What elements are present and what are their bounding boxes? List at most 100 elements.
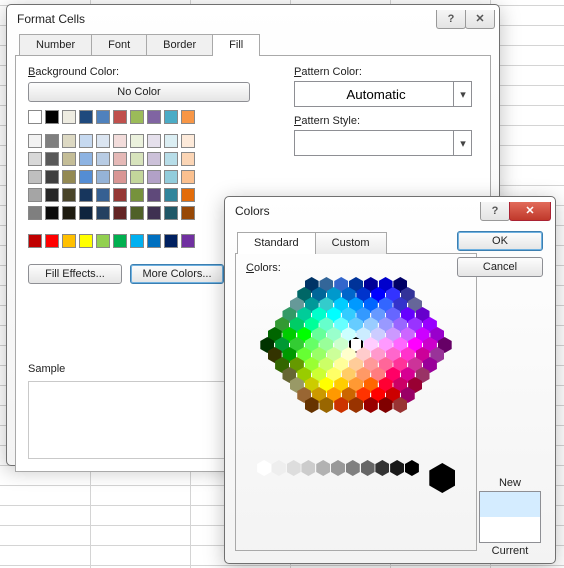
color-swatch[interactable]: [96, 152, 110, 166]
color-swatch[interactable]: [164, 152, 178, 166]
color-swatch[interactable]: [79, 206, 93, 220]
color-swatch[interactable]: [62, 206, 76, 220]
color-swatch[interactable]: [96, 110, 110, 124]
gray-swatch[interactable]: [257, 460, 271, 476]
tab-custom[interactable]: Custom: [315, 232, 387, 254]
color-swatch[interactable]: [147, 188, 161, 202]
color-swatch[interactable]: [113, 152, 127, 166]
ok-button[interactable]: OK: [457, 231, 543, 251]
pattern-color-select[interactable]: [294, 81, 472, 107]
color-swatch[interactable]: [28, 110, 42, 124]
tab-number[interactable]: Number: [19, 34, 92, 56]
color-swatch[interactable]: [181, 234, 195, 248]
help-button[interactable]: ?: [480, 202, 510, 221]
color-swatch[interactable]: [181, 134, 195, 148]
no-color-button[interactable]: No Color: [28, 82, 250, 102]
color-swatch[interactable]: [79, 152, 93, 166]
color-swatch[interactable]: [45, 110, 59, 124]
color-swatch[interactable]: [62, 234, 76, 248]
color-swatch[interactable]: [181, 206, 195, 220]
color-swatch[interactable]: [147, 134, 161, 148]
close-button[interactable]: ✕: [509, 202, 551, 221]
color-swatch[interactable]: [147, 110, 161, 124]
color-swatch[interactable]: [79, 134, 93, 148]
color-swatch[interactable]: [62, 188, 76, 202]
color-swatch[interactable]: [45, 152, 59, 166]
color-swatch[interactable]: [45, 170, 59, 184]
color-swatch[interactable]: [130, 110, 144, 124]
color-swatch[interactable]: [28, 134, 42, 148]
color-swatch[interactable]: [147, 152, 161, 166]
color-swatch[interactable]: [79, 170, 93, 184]
color-swatch[interactable]: [181, 188, 195, 202]
color-swatch[interactable]: [113, 234, 127, 248]
gray-swatch[interactable]: [301, 460, 315, 476]
color-swatch[interactable]: [62, 110, 76, 124]
grayscale-row[interactable]: [246, 463, 466, 493]
color-swatch[interactable]: [62, 134, 76, 148]
color-swatch[interactable]: [181, 110, 195, 124]
color-swatch[interactable]: [113, 170, 127, 184]
color-swatch[interactable]: [147, 170, 161, 184]
color-swatch[interactable]: [181, 152, 195, 166]
color-swatch[interactable]: [45, 206, 59, 220]
color-swatch[interactable]: [45, 188, 59, 202]
tab-standard[interactable]: Standard: [237, 232, 316, 254]
color-swatch[interactable]: [164, 110, 178, 124]
gray-swatch[interactable]: [346, 460, 360, 476]
color-swatch[interactable]: [130, 188, 144, 202]
color-swatch[interactable]: [147, 206, 161, 220]
color-swatch[interactable]: [130, 152, 144, 166]
color-swatch[interactable]: [130, 206, 144, 220]
color-swatch[interactable]: [113, 134, 127, 148]
large-hex-swatch[interactable]: [429, 463, 455, 493]
color-swatch[interactable]: [164, 134, 178, 148]
color-swatch[interactable]: [96, 134, 110, 148]
color-swatch[interactable]: [96, 170, 110, 184]
color-swatch[interactable]: [113, 188, 127, 202]
color-swatch[interactable]: [45, 134, 59, 148]
color-swatch[interactable]: [79, 188, 93, 202]
gray-swatch[interactable]: [405, 460, 419, 476]
color-swatch[interactable]: [164, 234, 178, 248]
color-swatch[interactable]: [28, 152, 42, 166]
tab-fill[interactable]: Fill: [212, 34, 260, 56]
color-swatch[interactable]: [79, 234, 93, 248]
tab-font[interactable]: Font: [91, 34, 147, 56]
color-swatch[interactable]: [164, 188, 178, 202]
color-honeycomb[interactable]: [256, 280, 456, 455]
color-swatch[interactable]: [96, 206, 110, 220]
color-swatch[interactable]: [96, 234, 110, 248]
gray-swatch[interactable]: [287, 460, 301, 476]
color-swatch[interactable]: [79, 110, 93, 124]
more-colors-button[interactable]: More Colors...: [130, 264, 224, 284]
help-button[interactable]: ?: [436, 10, 466, 29]
color-swatch[interactable]: [96, 188, 110, 202]
fill-effects-button[interactable]: Fill Effects...: [28, 264, 122, 284]
color-swatch[interactable]: [28, 234, 42, 248]
close-button[interactable]: ✕: [465, 10, 495, 29]
color-swatch[interactable]: [130, 134, 144, 148]
pattern-style-select[interactable]: [294, 130, 472, 156]
gray-swatch[interactable]: [390, 460, 404, 476]
color-swatch[interactable]: [28, 206, 42, 220]
color-swatch[interactable]: [113, 206, 127, 220]
color-swatch[interactable]: [130, 170, 144, 184]
gray-swatch[interactable]: [331, 460, 345, 476]
color-swatch[interactable]: [181, 170, 195, 184]
color-swatch[interactable]: [164, 170, 178, 184]
color-swatch[interactable]: [113, 110, 127, 124]
gray-swatch[interactable]: [272, 460, 286, 476]
gray-swatch[interactable]: [375, 460, 389, 476]
color-swatch[interactable]: [130, 234, 144, 248]
color-swatch[interactable]: [62, 152, 76, 166]
color-swatch[interactable]: [45, 234, 59, 248]
color-swatch[interactable]: [147, 234, 161, 248]
color-swatch[interactable]: [28, 170, 42, 184]
gray-swatch[interactable]: [316, 460, 330, 476]
cancel-button[interactable]: Cancel: [457, 257, 543, 277]
tab-border[interactable]: Border: [146, 34, 213, 56]
color-swatch[interactable]: [62, 170, 76, 184]
color-swatch[interactable]: [164, 206, 178, 220]
color-swatch[interactable]: [28, 188, 42, 202]
